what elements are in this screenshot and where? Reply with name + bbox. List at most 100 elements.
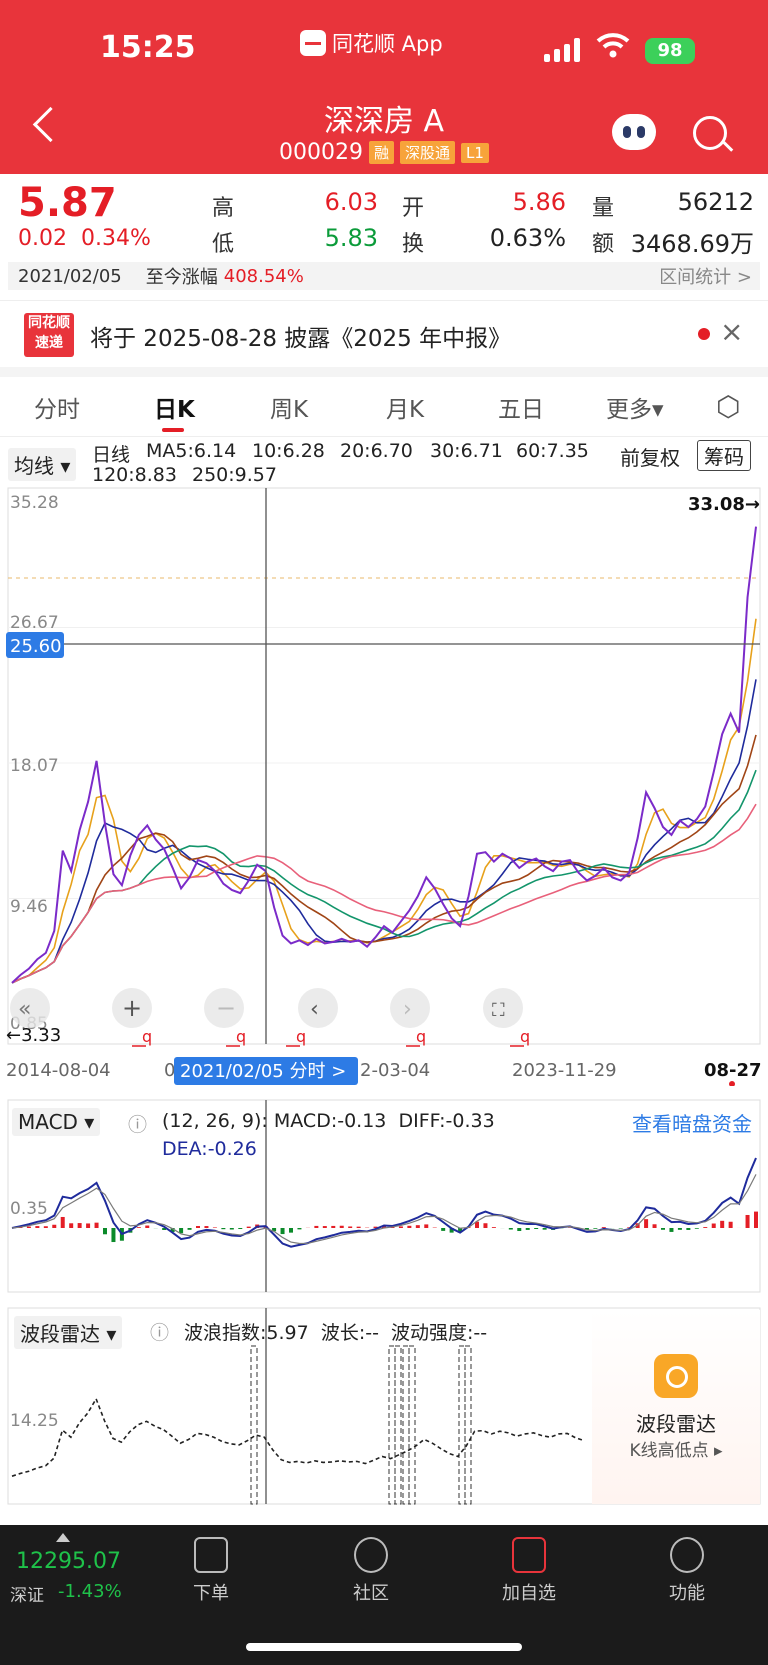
radar-y-tick: 14.25 xyxy=(10,1411,59,1431)
battery-icon: 98 xyxy=(645,38,695,64)
tab-intraday[interactable]: 分时 xyxy=(34,390,80,424)
svg-text:+: + xyxy=(122,994,142,1022)
x-tick-label: 08-27 xyxy=(704,1060,762,1081)
radar-card[interactable]: 波段雷达 K线高低点 ▸ xyxy=(592,1310,760,1504)
macd-y-tick: 0.35 xyxy=(10,1199,48,1219)
strip-label: 至今涨幅 xyxy=(145,267,218,288)
macd-bar xyxy=(745,1214,750,1228)
last-price: 5.87 xyxy=(18,180,117,226)
chip-button[interactable]: 筹码 xyxy=(697,440,751,471)
kline-chart[interactable]: 35.28 26.67 18.07 9.46 0.85 25.60 33.08→… xyxy=(0,486,768,1086)
q-marker: q xyxy=(296,1027,306,1046)
nav-order[interactable]: 下单 xyxy=(166,1537,256,1605)
macd-bar xyxy=(398,1226,403,1228)
tab-more[interactable]: 更多▾ xyxy=(606,390,664,424)
radar-selector[interactable]: 波段雷达 ▾ xyxy=(14,1316,123,1349)
macd-bar xyxy=(593,1228,598,1229)
radar-wave-line xyxy=(11,1397,585,1477)
news-logo-icon: 同花顺 速递 xyxy=(24,313,74,357)
index-value[interactable]: 12295.07 xyxy=(16,1549,121,1574)
stock-code-row: 000029 融 深股通 L1 xyxy=(0,140,768,165)
strip-gain: 408.54% xyxy=(223,265,304,287)
cursor-price: 25.60 xyxy=(10,636,62,657)
macd-bar xyxy=(534,1228,539,1230)
svg-text:‹: ‹ xyxy=(310,997,319,1022)
nav-community[interactable]: 社区 xyxy=(326,1537,416,1605)
ma30-value: 30:6.71 xyxy=(430,440,503,462)
x-tick-label: 2-03-04 xyxy=(360,1060,430,1081)
tab-daily-k[interactable]: 日K xyxy=(154,390,195,424)
macd-bar xyxy=(686,1228,691,1230)
volume-label: 量 xyxy=(592,196,615,221)
step-forward-button[interactable]: › xyxy=(390,988,430,1028)
macd-bar xyxy=(703,1227,708,1228)
tab-monthly-k[interactable]: 月K xyxy=(386,390,424,424)
nav-functions[interactable]: 功能 xyxy=(642,1537,732,1605)
tab-five-day[interactable]: 五日 xyxy=(498,390,544,424)
low-label: 低 xyxy=(212,232,235,257)
change-value: 0.02 xyxy=(18,226,67,251)
macd-bar xyxy=(111,1228,116,1243)
q-marker: q xyxy=(520,1027,530,1046)
adjust-mode[interactable]: 前复权 xyxy=(620,442,680,471)
step-back-button[interactable]: ‹ xyxy=(298,988,338,1028)
help-icon[interactable]: ⓘ xyxy=(150,1318,169,1345)
range-stats-link[interactable]: 区间统计 > xyxy=(659,263,752,289)
macd-bar xyxy=(86,1223,91,1228)
macd-bar xyxy=(677,1228,682,1230)
tag-level: L1 xyxy=(461,142,489,163)
macd-bar xyxy=(103,1228,107,1235)
macd-bar xyxy=(618,1228,623,1229)
search-icon[interactable] xyxy=(693,116,727,150)
strip-date: 2021/02/05 xyxy=(18,265,122,287)
macd-bar xyxy=(720,1220,725,1228)
robot-assistant-icon[interactable] xyxy=(612,114,656,150)
ma-selector[interactable]: 均线 ▾ xyxy=(8,448,77,481)
zoom-in-button[interactable]: + xyxy=(112,988,152,1028)
macd-bar xyxy=(196,1226,200,1228)
band-marker xyxy=(394,1345,402,1505)
expand-up-icon[interactable] xyxy=(56,1533,70,1542)
ma5-value: MA5:6.14 xyxy=(146,440,237,462)
band-marker xyxy=(388,1345,396,1505)
q-marker: q xyxy=(142,1027,152,1046)
scroll-left-button[interactable]: « xyxy=(10,988,50,1028)
zoom-out-button[interactable]: − xyxy=(204,988,244,1028)
macd-bar xyxy=(187,1228,192,1230)
nav-add-watchlist[interactable]: 加自选 xyxy=(484,1537,574,1605)
open-label: 开 xyxy=(402,196,425,221)
document-icon xyxy=(194,1537,228,1573)
fullscreen-button[interactable]: ⛶ xyxy=(483,988,523,1028)
macd-frame xyxy=(7,1099,761,1293)
macd-bar xyxy=(229,1228,234,1230)
macd-bar xyxy=(297,1228,302,1230)
macd-bar xyxy=(52,1224,57,1228)
star-icon xyxy=(354,1537,388,1573)
settings-hex-icon[interactable]: ⬡ xyxy=(716,390,740,423)
close-icon[interactable]: × xyxy=(720,315,743,348)
report-banner[interactable]: 同花顺 速递 将于 2025-08-28 披露《2025 年中报》 × xyxy=(0,300,768,377)
macd-bar xyxy=(728,1221,733,1228)
ma250-value: 250:9.57 xyxy=(192,464,277,486)
amount-label: 额 xyxy=(592,232,615,257)
price-series xyxy=(11,526,757,984)
svg-text:−: − xyxy=(216,994,236,1022)
home-indicator xyxy=(246,1643,522,1651)
radar-band-markers xyxy=(250,1345,472,1505)
ma60-value: 60:7.35 xyxy=(516,440,589,462)
macd-bar xyxy=(542,1228,547,1230)
band-marker xyxy=(458,1345,466,1505)
y-tick-label: 9.46 xyxy=(10,897,48,917)
macd-bar xyxy=(644,1219,649,1228)
y-tick-label: 35.28 xyxy=(10,493,59,513)
macd-bar xyxy=(94,1222,99,1228)
cursor-date[interactable]: 2021/02/05 分时 > xyxy=(180,1061,346,1082)
stock-code: 000029 xyxy=(279,140,364,165)
tab-weekly-k[interactable]: 周K xyxy=(270,390,308,424)
ma20-value: 20:6.70 xyxy=(340,440,413,462)
macd-bar xyxy=(754,1211,758,1228)
x-tick-label: 2014-08-04 xyxy=(6,1060,111,1081)
macd-bar xyxy=(35,1226,40,1228)
status-time: 15:25 xyxy=(100,30,196,65)
y-tick-label: 18.07 xyxy=(10,756,59,776)
